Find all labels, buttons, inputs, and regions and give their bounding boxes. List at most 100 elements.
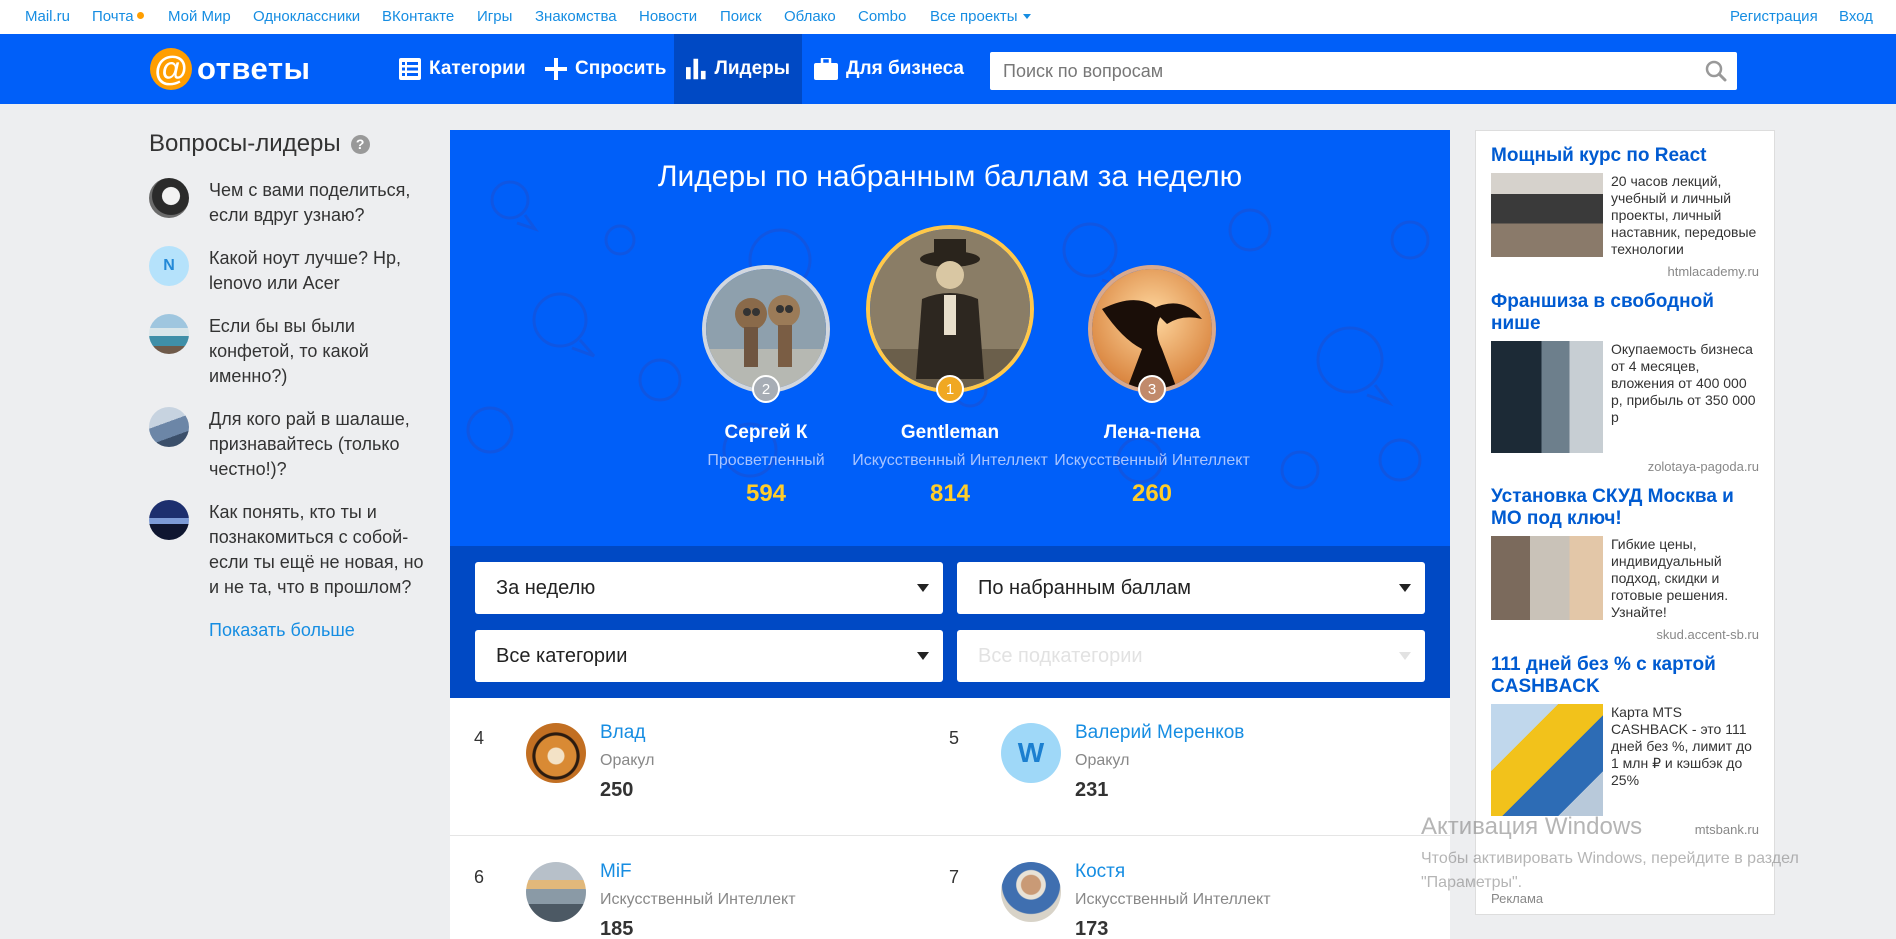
help-icon[interactable]: ? xyxy=(350,134,370,154)
ad-block[interactable]: 111 дней без % с картой CASHBACK Карта M… xyxy=(1491,654,1759,837)
portal-link-odnoklassniki[interactable]: Одноклассники xyxy=(253,8,360,25)
nav-leaders-label: Лидеры xyxy=(714,58,790,79)
user-avatar xyxy=(149,178,189,218)
leader-rank: Оракул xyxy=(1075,752,1130,769)
login-link[interactable]: Вход xyxy=(1839,8,1873,25)
leader-name: MiF xyxy=(600,861,632,882)
leader-rank: Оракул xyxy=(600,752,655,769)
ad-description: 20 часов лекций, учебный и личный проект… xyxy=(1611,173,1757,257)
ad-title: Установка СКУД Москва и МО под ключ! xyxy=(1491,486,1734,529)
sort-select[interactable]: По набранным баллам xyxy=(957,562,1425,614)
ad-block[interactable]: Установка СКУД Москва и МО под ключ! Гиб… xyxy=(1491,486,1759,642)
watermark-title: Активация Windows xyxy=(1421,813,1643,840)
nav-categories-label: Категории xyxy=(429,58,526,79)
category-select[interactable]: Все категории xyxy=(475,630,943,682)
ad-block[interactable]: Мощный курс по React 20 часов лекций, уч… xyxy=(1491,145,1759,279)
leader-place-badge: 3 xyxy=(1138,375,1166,403)
portal-link-moy-mir[interactable]: Мой Мир xyxy=(168,8,231,25)
leader-question-item[interactable]: Как понять, кто ты и познакомиться с соб… xyxy=(149,500,429,600)
leader-place: 5 xyxy=(949,728,960,748)
portal-link-vkontakte[interactable]: ВКонтакте xyxy=(382,8,454,25)
show-more-link[interactable]: Показать больше xyxy=(209,620,429,641)
portal-link-all-projects-label: Все проекты xyxy=(930,8,1018,25)
chevron-down-icon xyxy=(1399,652,1411,660)
ads-column: Мощный курс по React 20 часов лекций, уч… xyxy=(1475,130,1775,915)
ad-image xyxy=(1491,341,1603,453)
portal-link-oblako[interactable]: Облако xyxy=(784,8,836,25)
portal-link-znakomstva[interactable]: Знакомства xyxy=(535,8,617,25)
plus-icon xyxy=(545,58,567,80)
leader-question-text: Какой ноут лучше? Hp, lenovo или Acer xyxy=(209,248,401,293)
leader-points: 173 xyxy=(1075,918,1109,939)
leader-place: 7 xyxy=(949,867,960,887)
leader-question-item[interactable]: Чем с вами поделиться, если вдруг узнаю? xyxy=(149,178,429,228)
search-input[interactable] xyxy=(990,52,1670,90)
ad-domain: skud.accent-sb.ru xyxy=(1656,627,1759,642)
portal-link-pochta-label: Почта xyxy=(92,8,134,25)
leader-rank: Искусственный Интеллект xyxy=(1075,891,1271,908)
search-icon[interactable] xyxy=(1705,60,1727,82)
windows-activation-watermark: Активация Windows Чтобы активировать Win… xyxy=(1421,813,1891,895)
nav-business[interactable]: Для бизнеса xyxy=(802,34,976,104)
portal-link-mailru[interactable]: Mail.ru xyxy=(25,8,70,25)
bar-chart-icon xyxy=(686,58,706,80)
ad-description: Окупаемость бизнеса от 4 месяцев, вложен… xyxy=(1611,341,1756,425)
subcategory-select: Все подкатегории xyxy=(957,630,1425,682)
leader-avatar xyxy=(702,265,830,393)
leader-question-text: Если бы вы были конфетой, то какой именн… xyxy=(209,316,369,386)
nav-business-label: Для бизнеса xyxy=(846,58,964,79)
at-sign-icon: @ xyxy=(150,48,192,90)
ad-image xyxy=(1491,536,1603,620)
leader-name: Лена-пена xyxy=(1103,422,1201,443)
subcategory-select-value: Все подкатегории xyxy=(978,644,1143,667)
leader-place-badge: 1 xyxy=(936,375,964,403)
user-avatar xyxy=(149,500,189,540)
chevron-down-icon xyxy=(917,652,929,660)
leader-place: 6 xyxy=(474,867,485,887)
user-avatar: W xyxy=(1001,723,1061,783)
unread-dot-icon xyxy=(136,12,144,19)
leader-points: 231 xyxy=(1075,779,1109,801)
portal-link-novosti[interactable]: Новости xyxy=(639,8,697,25)
period-select[interactable]: За неделю xyxy=(475,562,943,614)
user-avatar xyxy=(149,314,189,354)
portal-link-poisk[interactable]: Поиск xyxy=(720,8,762,25)
leaders-hero: Лидеры по набранным баллам за неделю 2 С… xyxy=(450,130,1450,546)
ad-domain: zolotaya-pagoda.ru xyxy=(1647,459,1759,474)
leader-avatar xyxy=(1088,265,1216,393)
logo-text: ответы xyxy=(197,51,311,86)
list-icon xyxy=(399,58,421,80)
nav-categories[interactable]: Категории xyxy=(387,34,538,104)
leader-question-item[interactable]: Если бы вы были конфетой, то какой именн… xyxy=(149,314,429,389)
leaders-main: Лидеры по набранным баллам за неделю 2 С… xyxy=(450,130,1450,939)
leader-points: 185 xyxy=(600,918,634,939)
nav-ask[interactable]: Спросить xyxy=(533,34,678,104)
portal-link-pochta[interactable]: Почта xyxy=(92,8,144,25)
leader-questions-title: Вопросы-лидеры xyxy=(149,130,341,157)
period-select-value: За неделю xyxy=(496,576,596,599)
leaders-filters: За неделю По набранным баллам Все катего… xyxy=(450,546,1450,698)
sort-select-value: По набранным баллам xyxy=(978,576,1192,599)
ad-image xyxy=(1491,173,1603,257)
portal-link-all-projects[interactable]: Все проекты xyxy=(930,8,1031,25)
user-avatar xyxy=(526,862,586,922)
leader-question-item[interactable]: Для кого рай в шалаше, признавайтесь (то… xyxy=(149,407,429,482)
ad-description: Карта MTS CASHBACK - это 111 дней без %,… xyxy=(1611,704,1752,788)
nav-leaders[interactable]: Лидеры xyxy=(674,34,802,104)
chevron-down-icon xyxy=(917,584,929,592)
leaders-hero-title: Лидеры по набранным баллам за неделю xyxy=(657,160,1243,193)
otvety-logo[interactable]: @ ответы xyxy=(150,47,310,91)
leader-question-item[interactable]: N Какой ноут лучше? Hp, lenovo или Acer xyxy=(149,246,429,296)
register-link[interactable]: Регистрация xyxy=(1730,8,1818,25)
user-avatar xyxy=(149,407,189,447)
leader-avatar xyxy=(866,225,1034,393)
ad-block[interactable]: Франшиза в свободной нише Окупаемость би… xyxy=(1491,291,1759,474)
ad-title: 111 дней без % с картой CASHBACK xyxy=(1491,654,1716,697)
leaders-row: 6 MiF Искусственный Интеллект 185 7 Кост… xyxy=(450,837,1450,939)
briefcase-icon xyxy=(814,58,838,80)
leader-questions-heading: Вопросы-лидеры? xyxy=(149,130,429,158)
gentleman-photo-icon xyxy=(870,229,1030,389)
portal-link-combo[interactable]: Combo xyxy=(858,8,906,25)
ad-description: Гибкие цены, индивидуальный подход, скид… xyxy=(1611,536,1729,620)
portal-link-igry[interactable]: Игры xyxy=(477,8,512,25)
